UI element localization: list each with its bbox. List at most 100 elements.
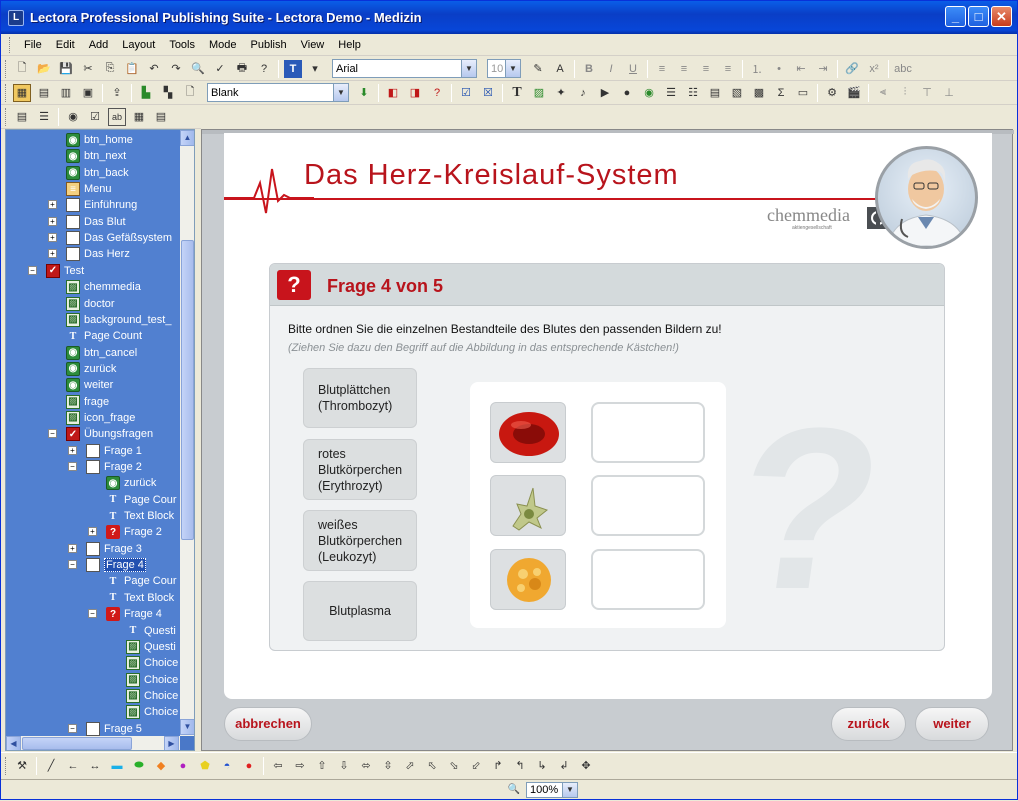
tree-node[interactable]: T Text Block xyxy=(106,590,174,606)
add-image-icon[interactable]: ▨ xyxy=(530,84,548,102)
tree-node[interactable]: ≡ Menu xyxy=(66,181,112,197)
arrow-shape-updown-icon[interactable]: ⇳ xyxy=(379,757,397,775)
tree-node[interactable]: ◉ btn_home xyxy=(66,132,133,148)
drag-term-leukozyt[interactable]: weißes Blutkörperchen (Leukozyt) xyxy=(303,510,417,571)
expand-icon[interactable]: + xyxy=(48,200,57,210)
tree-node[interactable]: ▨ Choice xyxy=(126,672,178,688)
collapse-icon[interactable]: − xyxy=(88,609,97,619)
expand-icon[interactable]: + xyxy=(48,233,57,243)
menu-grip[interactable] xyxy=(9,36,12,53)
tree-node[interactable]: − Frage 4 xyxy=(68,557,146,573)
outdent-icon[interactable]: ⇤ xyxy=(792,60,810,78)
menu-mode[interactable]: Mode xyxy=(202,39,244,51)
menu-layout[interactable]: Layout xyxy=(115,39,162,51)
rectangle-icon[interactable]: ▬ xyxy=(108,757,126,775)
collapse-icon[interactable]: − xyxy=(68,560,77,570)
arrow-shape-sw-icon[interactable]: ⬃ xyxy=(467,757,485,775)
zoom-icon[interactable]: 🔍 xyxy=(506,782,522,798)
arrow-bent-1-icon[interactable]: ↱ xyxy=(489,757,507,775)
arrow-shape-down-icon[interactable]: ⇩ xyxy=(335,757,353,775)
tree-node[interactable]: ▨ Choice xyxy=(126,655,178,671)
tree-node[interactable]: ▨ frage xyxy=(66,394,109,410)
collapse-icon[interactable]: − xyxy=(68,723,77,733)
toolbar-grip[interactable] xyxy=(5,107,8,126)
scroll-right-icon[interactable]: ▶ xyxy=(164,736,179,750)
next-button[interactable]: weiter xyxy=(915,707,989,741)
spell-icon[interactable]: ✓ xyxy=(211,60,229,78)
add-page-icon[interactable]: 🗋 xyxy=(181,84,199,102)
add-test-section-icon[interactable]: ◨ xyxy=(406,84,424,102)
checkbox-icon[interactable]: ☑ xyxy=(86,108,104,126)
entry-field-icon[interactable]: ab xyxy=(108,107,126,126)
tree-node[interactable]: −? Frage 4 xyxy=(88,606,162,622)
scroll-down-icon[interactable]: ▼ xyxy=(180,719,194,735)
align-objects-bottom-icon[interactable]: ⊥ xyxy=(940,84,958,102)
add-action-icon[interactable]: ⚙ xyxy=(823,84,841,102)
apply-layout-icon[interactable]: ⬇ xyxy=(355,84,373,102)
arrow-left-icon[interactable]: ← xyxy=(64,757,82,775)
arrow-shape-se-icon[interactable]: ⬂ xyxy=(445,757,463,775)
menu-publish[interactable]: Publish xyxy=(244,39,294,51)
tree-node[interactable]: + Das Blut xyxy=(48,214,126,230)
arrow-bent-4-icon[interactable]: ↲ xyxy=(555,757,573,775)
open-icon[interactable]: 📂 xyxy=(35,60,53,78)
bold-icon[interactable]: B xyxy=(580,60,598,78)
tree-node[interactable]: ▨ Choice xyxy=(126,704,178,720)
align-left-icon[interactable]: ≡ xyxy=(653,60,671,78)
tree-node[interactable]: + Das Gefäßsystem xyxy=(48,230,172,246)
tree-node[interactable]: ◉ btn_cancel xyxy=(66,345,137,361)
add-question-icon[interactable]: ? xyxy=(428,84,446,102)
tree-node[interactable]: + Frage 3 xyxy=(68,541,142,557)
new-icon[interactable]: 🗋 xyxy=(13,60,31,78)
lectora-app-icon[interactable]: L xyxy=(8,9,24,26)
scroll-up-icon[interactable]: ▲ xyxy=(180,130,194,146)
chevron-down-icon[interactable]: ▼ xyxy=(461,60,476,77)
run-mode-icon[interactable]: ▤ xyxy=(35,84,53,102)
tree-node[interactable]: ◉ btn_next xyxy=(66,148,126,164)
arrow-shape-leftright-icon[interactable]: ⬄ xyxy=(357,757,375,775)
cancel-button[interactable]: abbrechen xyxy=(224,707,312,741)
tree-node[interactable]: − Frage 2 xyxy=(68,459,142,475)
arrow-shape-right-icon[interactable]: ⇨ xyxy=(291,757,309,775)
tree-viewport[interactable]: ◉ btn_home ◉ btn_next ◉ btn_back ≡ Menu + Einführ… xyxy=(6,130,180,736)
menu-add[interactable]: Add xyxy=(82,39,116,51)
expand-icon[interactable]: + xyxy=(68,543,77,553)
align-objects-top-icon[interactable]: ⊤ xyxy=(918,84,936,102)
align-objects-left-icon[interactable]: ⫷ xyxy=(874,84,892,102)
arrow-bent-2-icon[interactable]: ↰ xyxy=(511,757,529,775)
oval-icon[interactable]: ⬬ xyxy=(130,757,148,775)
chevron-down-icon[interactable]: ▼ xyxy=(505,60,520,77)
font-size-combo[interactable]: 10 ▼ xyxy=(487,59,521,78)
expand-icon[interactable]: + xyxy=(48,249,57,259)
add-document-icon[interactable]: ▤ xyxy=(706,84,724,102)
debug-mode-icon[interactable]: ▣ xyxy=(79,84,97,102)
add-reference-icon[interactable]: ▧ xyxy=(728,84,746,102)
bullet-list-icon[interactable]: • xyxy=(770,60,788,78)
arrow-shape-up-icon[interactable]: ⇧ xyxy=(313,757,331,775)
tree-node[interactable]: − Frage 5 xyxy=(68,721,142,736)
drop-slot-3[interactable] xyxy=(591,549,705,610)
collapse-icon[interactable]: − xyxy=(48,429,57,439)
line-icon[interactable]: ╱ xyxy=(42,757,60,775)
tree-node[interactable]: T Page Cour xyxy=(106,573,177,589)
add-transition-icon[interactable]: 🎬 xyxy=(845,84,863,102)
circle-icon[interactable]: ● xyxy=(174,757,192,775)
page-canvas[interactable]: Das Herz-Kreislauf-System chemmedia akti… xyxy=(201,129,1014,751)
chevron-down-icon[interactable]: ▼ xyxy=(562,782,577,797)
highlight-color-icon[interactable]: ✎ xyxy=(529,60,547,78)
back-button[interactable]: zurück xyxy=(831,707,906,741)
title-explorer-icon[interactable]: ▤ xyxy=(13,108,31,126)
draw-tools-icon[interactable]: ⚒ xyxy=(13,757,31,775)
tree-node[interactable]: ◉ weiter xyxy=(66,377,113,393)
redo-icon[interactable]: ↷ xyxy=(167,60,185,78)
collapse-icon[interactable]: − xyxy=(28,265,37,275)
tree-node[interactable]: T Page Count xyxy=(66,328,142,344)
expand-icon[interactable]: + xyxy=(68,445,77,455)
half-circle-icon[interactable]: ◓ xyxy=(218,757,236,775)
tree-node[interactable]: − ✓ Übungsfragen xyxy=(48,426,153,442)
add-audio-icon[interactable]: ♪ xyxy=(574,84,592,102)
tree-node[interactable]: +? Frage 2 xyxy=(88,524,162,540)
zoom-combo[interactable]: 100% ▼ xyxy=(526,781,578,798)
collapse-icon[interactable]: − xyxy=(68,462,77,471)
horizontal-scrollbar[interactable]: ◀ ▶ xyxy=(6,736,180,750)
